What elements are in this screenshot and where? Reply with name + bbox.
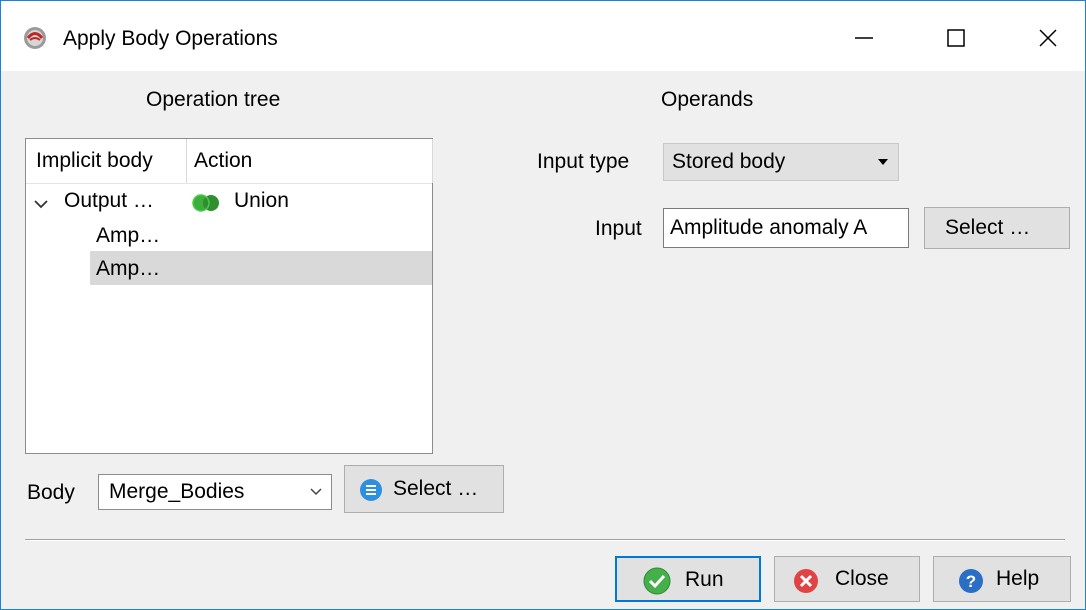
help-label: Help <box>996 567 1040 590</box>
input-field-value: Amplitude anomaly A <box>670 216 868 239</box>
run-button[interactable]: Run <box>615 556 761 602</box>
tree-row-operand-2[interactable]: Amp… <box>96 257 160 281</box>
dropdown-arrow-icon <box>878 159 888 165</box>
tree-header: Implicit body Action <box>26 139 433 184</box>
input-select-label: Select … <box>945 216 1031 239</box>
maximize-icon <box>947 29 965 47</box>
body-label: Body <box>27 481 75 504</box>
union-icon <box>192 194 219 212</box>
help-button[interactable]: ? Help <box>933 556 1071 602</box>
operands-heading: Operands <box>661 88 754 111</box>
chevron-down-icon[interactable] <box>32 195 50 213</box>
dialog-window: Apply Body Operations Operation tree Imp… <box>0 0 1086 610</box>
tree-row-output[interactable]: Output … <box>64 189 154 213</box>
footer-divider-highlight <box>25 540 1065 541</box>
input-label: Input <box>595 217 642 240</box>
input-type-value: Stored body <box>672 150 786 173</box>
body-select-label: Select … <box>393 477 479 500</box>
body-combobox[interactable]: Merge_Bodies <box>98 474 332 510</box>
column-header-action[interactable]: Action <box>194 149 252 173</box>
close-label: Close <box>835 567 889 590</box>
operation-tree[interactable]: Implicit body Action Output … Union Amp…… <box>25 138 433 454</box>
body-combobox-value: Merge_Bodies <box>109 480 245 503</box>
column-header-implicit-body[interactable]: Implicit body <box>36 149 153 173</box>
minimize-icon <box>855 37 873 39</box>
close-icon <box>1039 29 1057 47</box>
help-icon: ? <box>959 569 983 593</box>
cancel-icon <box>794 569 818 593</box>
list-icon <box>360 479 382 501</box>
window-title: Apply Body Operations <box>63 27 278 50</box>
minimize-button[interactable] <box>841 18 887 58</box>
input-select-button[interactable]: Select … <box>924 207 1070 249</box>
svg-text:?: ? <box>966 572 976 591</box>
close-window-button[interactable] <box>1025 18 1071 58</box>
tree-row-operand-1[interactable]: Amp… <box>96 224 160 248</box>
run-label: Run <box>685 568 724 591</box>
input-type-dropdown[interactable]: Stored body <box>663 143 899 181</box>
tree-row-action[interactable]: Union <box>234 189 289 213</box>
close-button[interactable]: Close <box>774 556 920 602</box>
maximize-button[interactable] <box>933 18 979 58</box>
operation-tree-heading: Operation tree <box>146 88 281 111</box>
column-separator <box>432 139 433 183</box>
check-icon <box>643 567 671 595</box>
body-select-button[interactable]: Select … <box>344 465 504 513</box>
column-separator[interactable] <box>186 139 187 183</box>
chevron-down-icon <box>310 488 322 496</box>
input-type-label: Input type <box>537 150 630 173</box>
title-bar[interactable]: Apply Body Operations <box>1 1 1085 71</box>
app-logo-icon <box>24 27 46 49</box>
input-field[interactable]: Amplitude anomaly A <box>663 208 909 248</box>
